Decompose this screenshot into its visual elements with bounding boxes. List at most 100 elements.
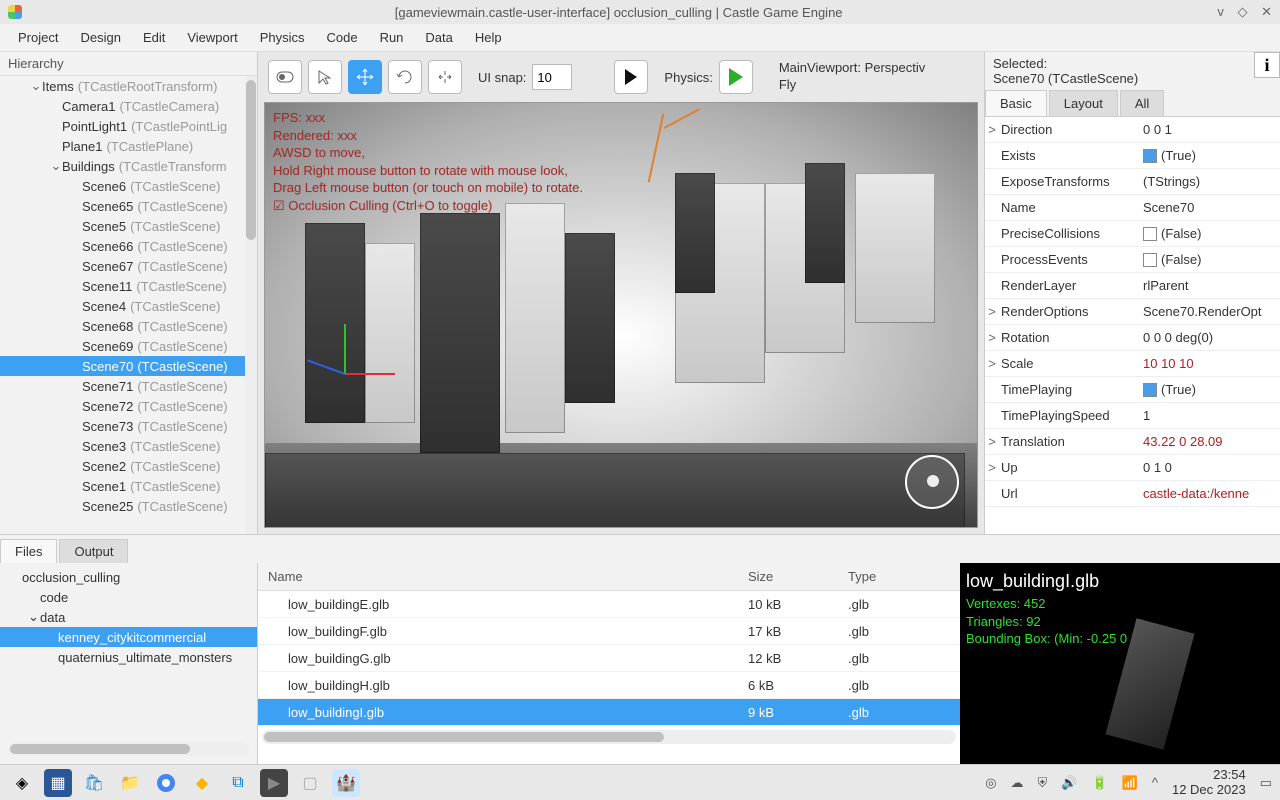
tray-icon[interactable]: ◎	[985, 775, 996, 791]
hierarchy-item[interactable]: Scene2(TCastleScene)	[0, 456, 257, 476]
play-button[interactable]	[614, 60, 648, 94]
project-item[interactable]: code	[0, 587, 257, 607]
menu-physics[interactable]: Physics	[250, 26, 315, 49]
info-button[interactable]: i	[1254, 52, 1280, 78]
hierarchy-item[interactable]: Scene6(TCastleScene)	[0, 176, 257, 196]
property-row[interactable]: >Translation43.22 0 28.09	[985, 429, 1280, 455]
property-row[interactable]: RenderLayerrlParent	[985, 273, 1280, 299]
hierarchy-item[interactable]: Scene72(TCastleScene)	[0, 396, 257, 416]
property-row[interactable]: >Scale10 10 10	[985, 351, 1280, 377]
menu-run[interactable]: Run	[370, 26, 414, 49]
file-row[interactable]: low_buildingG.glb12 kB.glb	[258, 645, 960, 672]
tab-basic[interactable]: Basic	[985, 90, 1047, 116]
clock[interactable]: 23:54 12 Dec 2023	[1172, 768, 1246, 797]
wifi-icon[interactable]: 📶	[1122, 775, 1138, 791]
file-row[interactable]: low_buildingH.glb6 kB.glb	[258, 672, 960, 699]
hierarchy-item[interactable]: ⌄Items(TCastleRootTransform)	[0, 76, 257, 96]
hierarchy-item[interactable]: Scene25(TCastleScene)	[0, 496, 257, 516]
menu-data[interactable]: Data	[415, 26, 462, 49]
scrollbar[interactable]	[8, 742, 249, 756]
start-icon[interactable]: ◈	[8, 769, 36, 797]
property-row[interactable]: >Rotation0 0 0 deg(0)	[985, 325, 1280, 351]
col-size[interactable]: Size	[738, 569, 838, 584]
navigation-ball[interactable]	[905, 455, 959, 509]
tab-files[interactable]: Files	[0, 539, 57, 563]
chevron-up-icon[interactable]: ^	[1152, 775, 1158, 790]
rotate-tool-button[interactable]	[388, 60, 422, 94]
menu-project[interactable]: Project	[8, 26, 68, 49]
file-row[interactable]: low_buildingF.glb17 kB.glb	[258, 618, 960, 645]
hierarchy-item[interactable]: Scene66(TCastleScene)	[0, 236, 257, 256]
project-item[interactable]: quaternius_ultimate_monsters	[0, 647, 257, 667]
property-grid[interactable]: >Direction0 0 1Exists(True)ExposeTransfo…	[985, 117, 1280, 534]
store-icon[interactable]: 🛍	[80, 769, 108, 797]
menu-viewport[interactable]: Viewport	[177, 26, 247, 49]
hierarchy-item[interactable]: ⌄Buildings(TCastleTransform	[0, 156, 257, 176]
volume-icon[interactable]: 🔊	[1061, 775, 1077, 791]
property-row[interactable]: Exists(True)	[985, 143, 1280, 169]
close-icon[interactable]: ✕	[1261, 4, 1272, 19]
property-row[interactable]: TimePlaying(True)	[985, 377, 1280, 403]
files-icon[interactable]: 📁	[116, 769, 144, 797]
scrollbar[interactable]	[262, 730, 956, 744]
property-row[interactable]: TimePlayingSpeed1	[985, 403, 1280, 429]
taskbar-app-icon[interactable]: ▢	[296, 769, 324, 797]
hierarchy-item[interactable]: Scene70(TCastleScene)	[0, 356, 257, 376]
scale-tool-button[interactable]	[428, 60, 462, 94]
property-row[interactable]: >RenderOptionsScene70.RenderOpt	[985, 299, 1280, 325]
project-item[interactable]: ⌄data	[0, 607, 257, 627]
menu-code[interactable]: Code	[316, 26, 367, 49]
scrollbar[interactable]	[245, 76, 257, 534]
menu-design[interactable]: Design	[70, 26, 130, 49]
menu-help[interactable]: Help	[465, 26, 512, 49]
hierarchy-item[interactable]: Scene65(TCastleScene)	[0, 196, 257, 216]
terminal-icon[interactable]: ▶	[260, 769, 288, 797]
col-type[interactable]: Type	[838, 569, 960, 584]
hierarchy-item[interactable]: Scene1(TCastleScene)	[0, 476, 257, 496]
tab-all[interactable]: All	[1120, 90, 1164, 116]
hierarchy-item[interactable]: Scene69(TCastleScene)	[0, 336, 257, 356]
taskbar-app-icon[interactable]: ◆	[188, 769, 216, 797]
col-name[interactable]: Name	[258, 569, 738, 584]
hierarchy-item[interactable]: Scene73(TCastleScene)	[0, 416, 257, 436]
hierarchy-item[interactable]: Scene11(TCastleScene)	[0, 276, 257, 296]
project-item[interactable]: occlusion_culling	[0, 567, 257, 587]
tray-icon[interactable]: ☁	[1011, 775, 1024, 791]
tray-icon[interactable]: ⛨	[1038, 775, 1048, 791]
project-item[interactable]: kenney_citykitcommercial	[0, 627, 257, 647]
maximize-icon[interactable]: ◇	[1237, 4, 1247, 19]
physics-play-button[interactable]	[719, 60, 753, 94]
property-row[interactable]: >Up0 1 0	[985, 455, 1280, 481]
hierarchy-item[interactable]: Camera1(TCastleCamera)	[0, 96, 257, 116]
property-row[interactable]: PreciseCollisions(False)	[985, 221, 1280, 247]
file-header[interactable]: Name Size Type	[258, 563, 960, 591]
menu-edit[interactable]: Edit	[133, 26, 175, 49]
file-row[interactable]: low_buildingE.glb10 kB.glb	[258, 591, 960, 618]
hierarchy-item[interactable]: Scene5(TCastleScene)	[0, 216, 257, 236]
camera-toggle-button[interactable]	[268, 60, 302, 94]
show-desktop-icon[interactable]: ▭	[1260, 775, 1272, 791]
hierarchy-tree[interactable]: ⌄Items(TCastleRootTransform)Camera1(TCas…	[0, 76, 257, 534]
file-row[interactable]: low_buildingI.glb9 kB.glb	[258, 699, 960, 726]
property-row[interactable]: ExposeTransforms(TStrings)	[985, 169, 1280, 195]
tab-layout[interactable]: Layout	[1049, 90, 1118, 116]
ui-snap-input[interactable]	[532, 64, 572, 90]
taskbar-app-icon[interactable]: ▦	[44, 769, 72, 797]
battery-icon[interactable]: 🔋	[1091, 775, 1107, 791]
hierarchy-item[interactable]: Plane1(TCastlePlane)	[0, 136, 257, 156]
viewport-3d[interactable]: FPS: xxx Rendered: xxx AWSD to move, Hol…	[264, 102, 978, 528]
hierarchy-item[interactable]: Scene3(TCastleScene)	[0, 436, 257, 456]
chrome-icon[interactable]	[152, 769, 180, 797]
castle-engine-icon[interactable]: 🏰	[332, 769, 360, 797]
project-tree[interactable]: occlusion_cullingcode⌄datakenney_citykit…	[0, 563, 258, 764]
property-row[interactable]: Urlcastle-data:/kenne	[985, 481, 1280, 507]
hierarchy-item[interactable]: Scene67(TCastleScene)	[0, 256, 257, 276]
property-row[interactable]: NameScene70	[985, 195, 1280, 221]
hierarchy-item[interactable]: Scene4(TCastleScene)	[0, 296, 257, 316]
hierarchy-item[interactable]: Scene68(TCastleScene)	[0, 316, 257, 336]
minimize-icon[interactable]: v	[1217, 4, 1224, 19]
hierarchy-item[interactable]: PointLight1(TCastlePointLig	[0, 116, 257, 136]
move-tool-button[interactable]	[348, 60, 382, 94]
vscode-icon[interactable]: ⧉	[224, 769, 252, 797]
property-row[interactable]: >Direction0 0 1	[985, 117, 1280, 143]
